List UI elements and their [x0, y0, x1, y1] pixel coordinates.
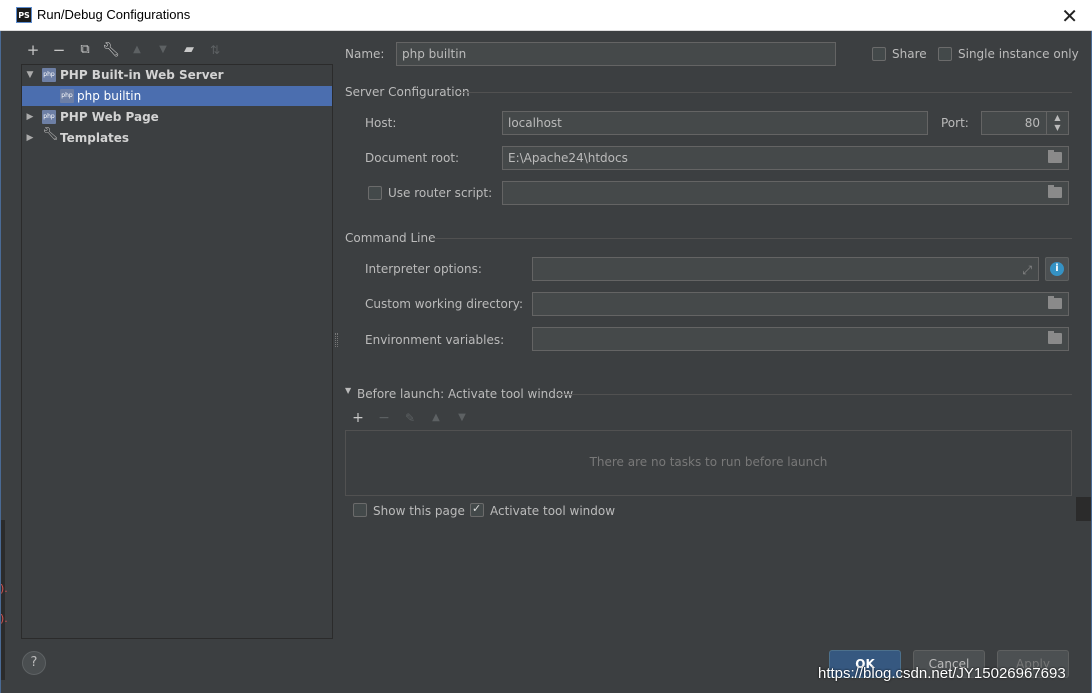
custom-working-directory-label: Custom working directory: [365, 297, 524, 311]
tree-item-label: PHP Built-in Web Server [60, 68, 224, 82]
share-checkbox[interactable] [872, 47, 886, 61]
environment-variables-field[interactable] [532, 327, 1069, 351]
tree-item-php-web-page[interactable]: ▶ php PHP Web Page [22, 107, 332, 127]
section-divider [432, 238, 1072, 239]
copy-icon[interactable]: ⧉ [75, 40, 95, 60]
port-label: Port: [941, 116, 969, 130]
php-page-icon: php [42, 110, 56, 124]
wrench-icon: 🔧︎ [42, 127, 59, 142]
php-server-icon: php [60, 89, 74, 103]
browse-folder-icon[interactable] [1048, 331, 1062, 344]
move-down-icon[interactable]: ▼ [153, 40, 173, 60]
expand-icon[interactable]: ⤢ [1022, 259, 1032, 280]
move-up-icon[interactable]: ▲ [426, 408, 446, 428]
tree-toolbar: + − ⧉ 🔧︎ ▲ ▼ ▰ ⇅ [22, 40, 332, 62]
window-titlebar: PS Run/Debug Configurations ✕ [0, 0, 1092, 31]
port-value: 80 [1024, 116, 1040, 130]
phpstorm-logo-icon: PS [16, 7, 32, 23]
activate-tool-window-label[interactable]: Activate tool window [490, 504, 615, 518]
single-instance-label[interactable]: Single instance only [958, 47, 1079, 61]
name-field[interactable]: php builtin [396, 42, 836, 66]
collapse-arrow-icon[interactable]: ▼ [345, 386, 351, 395]
document-root-value: E:\Apache24\htdocs [508, 151, 628, 165]
section-divider [460, 92, 1072, 93]
move-up-icon[interactable]: ▲ [127, 40, 147, 60]
browse-folder-icon[interactable] [1048, 150, 1062, 163]
remove-icon[interactable]: − [49, 40, 69, 60]
interpreter-options-field[interactable]: ⤢ [532, 257, 1039, 281]
wrench-icon[interactable]: 🔧︎ [101, 40, 121, 60]
server-config-title: Server Configuration [345, 85, 470, 99]
share-label[interactable]: Share [892, 47, 927, 61]
document-root-label: Document root: [365, 151, 460, 165]
tree-item-label: PHP Web Page [60, 110, 159, 124]
port-spinner[interactable]: 80 ▲ ▼ [981, 111, 1069, 135]
name-label: Name: [345, 47, 385, 61]
background-error-mark: ). [0, 612, 8, 625]
help-button[interactable]: ? [22, 651, 46, 675]
expanded-arrow-icon[interactable]: ▼ [24, 65, 36, 85]
watermark-text: https://blog.csdn.net/JY15026967693 [818, 665, 1066, 682]
router-script-field[interactable] [502, 181, 1069, 205]
command-line-title: Command Line [345, 231, 436, 245]
interpreter-options-label: Interpreter options: [365, 262, 482, 276]
section-divider [556, 394, 1072, 395]
show-this-page-label[interactable]: Show this page [373, 504, 465, 518]
tree-item-php-built-in-web-server[interactable]: ▼ php PHP Built-in Web Server [22, 65, 332, 85]
before-launch-title[interactable]: Before launch: Activate tool window [357, 387, 573, 401]
host-field[interactable]: localhost [502, 111, 928, 135]
collapsed-arrow-icon[interactable]: ▶ [24, 107, 36, 127]
use-router-script-checkbox[interactable] [368, 186, 382, 200]
close-window-icon[interactable]: ✕ [1061, 4, 1078, 29]
document-root-field[interactable]: E:\Apache24\htdocs [502, 146, 1069, 170]
folder-icon[interactable]: ▰ [179, 40, 199, 60]
browse-folder-icon[interactable] [1048, 185, 1062, 198]
activate-tool-window-checkbox[interactable] [470, 502, 484, 517]
info-icon: i [1050, 262, 1064, 276]
background-error-mark: ). [0, 582, 8, 595]
collapsed-arrow-icon[interactable]: ▶ [24, 128, 36, 148]
move-down-icon[interactable]: ▼ [452, 408, 472, 428]
info-button[interactable]: i [1045, 257, 1069, 281]
tree-item-templates[interactable]: ▶ 🔧︎ Templates [22, 128, 332, 148]
add-task-icon[interactable]: + [348, 408, 368, 428]
spinner-arrows-icon[interactable]: ▲ ▼ [1046, 112, 1068, 134]
environment-variables-label: Environment variables: [365, 333, 505, 347]
tree-item-label: Templates [60, 131, 130, 145]
use-router-script-label[interactable]: Use router script: [388, 186, 492, 200]
browse-folder-icon[interactable] [1048, 296, 1062, 309]
add-icon[interactable]: + [23, 40, 43, 60]
edit-task-icon[interactable]: ✎ [400, 408, 420, 428]
show-this-page-checkbox[interactable] [353, 503, 367, 517]
before-launch-tasks-list[interactable]: There are no tasks to run before launch [345, 430, 1072, 496]
empty-tasks-text: There are no tasks to run before launch [589, 455, 828, 469]
custom-working-directory-field[interactable] [532, 292, 1069, 316]
background-editor-edge [1076, 497, 1092, 521]
sort-icon[interactable]: ⇅ [205, 40, 225, 60]
php-server-icon: php [42, 68, 56, 82]
window-title: Run/Debug Configurations [37, 7, 191, 22]
single-instance-checkbox[interactable] [938, 47, 952, 61]
configurations-tree: ▼ php PHP Built-in Web Server php php bu… [21, 64, 333, 639]
remove-task-icon[interactable]: − [374, 408, 394, 428]
splitter-handle[interactable] [335, 333, 338, 347]
host-label: Host: [365, 116, 397, 130]
tree-item-php-builtin[interactable]: php php builtin [22, 86, 332, 106]
tree-item-label: php builtin [77, 89, 142, 103]
window-border [0, 31, 1, 693]
